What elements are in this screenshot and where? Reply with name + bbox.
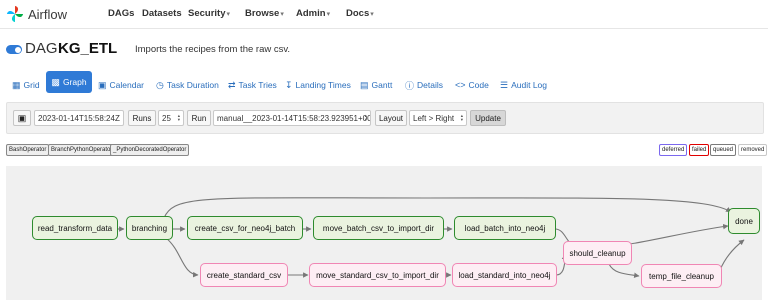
graph-icon: ▩ xyxy=(51,76,60,87)
dag-prefix: DAG: xyxy=(25,40,62,57)
dag-pause-toggle[interactable] xyxy=(6,45,22,54)
run-label: Run xyxy=(187,110,211,126)
layout-select[interactable]: Left > Right xyxy=(409,110,467,126)
state-legend-deferred[interactable]: deferred xyxy=(659,144,688,156)
runs-select[interactable]: 25 xyxy=(158,110,184,126)
chevron-down-icon: ▾ xyxy=(280,11,284,18)
tab-details[interactable]: ⓘ Details xyxy=(405,78,443,92)
chevron-down-icon: ▾ xyxy=(226,11,231,18)
calendar-icon: ▣ xyxy=(98,79,107,90)
tab-code[interactable]: <> Code xyxy=(455,78,489,92)
code-icon: <> xyxy=(455,80,466,90)
landing-icon: ↧ xyxy=(285,79,293,90)
dag-graph-canvas[interactable]: read_transform_data branching create_csv… xyxy=(6,166,762,300)
layout-label: Layout xyxy=(375,110,407,126)
operator-legend-item: _PythonDecoratedOperator xyxy=(110,144,190,156)
calendar-icon: ▣ xyxy=(17,112,27,123)
tab-gantt[interactable]: ▤ Gantt xyxy=(360,78,392,92)
operator-legend-item: BashOperator xyxy=(6,144,50,156)
edge-should-done xyxy=(629,223,729,245)
tab-landing-times[interactable]: ↧ Landing Times xyxy=(285,78,351,92)
state-legend-removed[interactable]: removed xyxy=(738,144,768,156)
airflow-logo-icon[interactable] xyxy=(6,5,24,23)
nav-admin[interactable]: Admin▾ xyxy=(296,8,330,19)
nav-datasets[interactable]: Datasets xyxy=(142,8,182,19)
edge-should-temp xyxy=(608,263,640,278)
state-legend-queued[interactable]: queued xyxy=(710,144,737,156)
task-create-standard-csv[interactable]: create_standard_csv xyxy=(200,263,288,287)
chevron-down-icon: ▾ xyxy=(370,11,374,18)
task-move-standard-csv-to-import-dir[interactable]: move_standard_csv_to_import_dir xyxy=(309,263,446,287)
operator-legend-item: BranchPythonOperator xyxy=(48,144,116,156)
task-load-batch-into-neo4j[interactable]: load_batch_into_neo4j xyxy=(454,216,556,240)
tab-task-tries[interactable]: ⇄ Task Tries xyxy=(228,78,277,92)
audit-log-icon: ☰ xyxy=(500,79,509,90)
timer-icon: ◷ xyxy=(156,79,164,90)
chevron-down-icon: ▾ xyxy=(326,11,331,18)
tab-grid[interactable]: ▦ Grid xyxy=(12,78,40,92)
nav-docs[interactable]: Docs▾ xyxy=(346,8,374,19)
state-legend-failed[interactable]: failed xyxy=(689,144,710,156)
tab-task-duration[interactable]: ◷ Task Duration xyxy=(156,78,219,92)
run-select[interactable]: manual__2023-01-14T15:58:23.923951+00:00 xyxy=(213,110,371,126)
runs-label: Runs xyxy=(128,110,156,126)
edge-temp-done xyxy=(719,239,745,271)
task-done[interactable]: done xyxy=(728,208,760,234)
nav-dags[interactable]: DAGs xyxy=(108,8,134,19)
dag-id: KG_ETL xyxy=(58,40,118,57)
tab-calendar[interactable]: ▣ Calendar xyxy=(98,78,144,92)
calendar-button[interactable]: ▣ xyxy=(13,110,31,126)
nav-security[interactable]: Security▾ xyxy=(188,8,230,19)
task-branching[interactable]: branching xyxy=(126,216,173,240)
edge-branching-done xyxy=(163,197,732,219)
execution-date-input[interactable]: 2023-01-14T15:58:24Z xyxy=(34,110,124,126)
update-button[interactable]: Update xyxy=(470,110,506,126)
task-temp-file-cleanup[interactable]: temp_file_cleanup xyxy=(641,264,722,288)
nav-browse[interactable]: Browse▾ xyxy=(245,8,284,19)
info-icon: ⓘ xyxy=(405,80,415,91)
retry-icon: ⇄ xyxy=(228,79,236,90)
gantt-icon: ▤ xyxy=(360,79,369,90)
task-create-csv-for-neo4j-batch[interactable]: create_csv_for_neo4j_batch xyxy=(187,216,303,240)
grid-icon: ▦ xyxy=(12,79,21,90)
tab-audit-log[interactable]: ☰ Audit Log xyxy=(500,78,547,92)
edge-branching-create-standard xyxy=(165,237,199,278)
task-load-standard-into-neo4j[interactable]: load_standard_into_neo4j xyxy=(452,263,557,287)
task-move-batch-csv-to-import-dir[interactable]: move_batch_csv_to_import_dir xyxy=(313,216,444,240)
task-should-cleanup[interactable]: should_cleanup xyxy=(563,241,632,265)
task-read-transform-data[interactable]: read_transform_data xyxy=(32,216,118,240)
brand-name[interactable]: Airflow xyxy=(28,7,67,22)
dag-description: Imports the recipes from the raw csv. xyxy=(135,44,291,55)
tab-graph[interactable]: ▩ Graph xyxy=(46,71,92,93)
